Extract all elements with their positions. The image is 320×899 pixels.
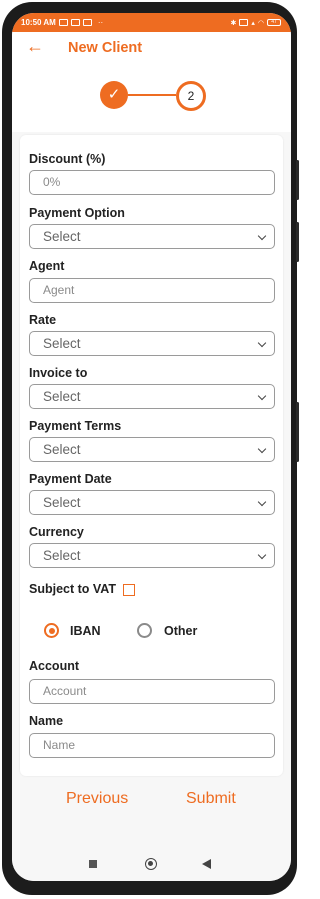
rate-value: Select xyxy=(43,336,81,351)
currency-value: Select xyxy=(43,548,81,563)
step-2-current: 2 xyxy=(176,81,206,111)
power-button xyxy=(296,222,299,262)
status-right: ✱ ▴ ◠ 47 xyxy=(230,19,281,27)
payment-terms-label: Payment Terms xyxy=(29,419,122,433)
chevron-down-icon xyxy=(257,338,267,348)
previous-button[interactable]: Previous xyxy=(66,790,128,808)
chevron-down-icon xyxy=(257,444,267,454)
chevron-down-icon xyxy=(257,497,267,507)
step-1-complete: ✓ xyxy=(100,81,128,109)
sim-icon xyxy=(239,19,249,26)
iban-radio-label: IBAN xyxy=(70,624,101,638)
payment-terms-select[interactable]: Select xyxy=(29,437,275,462)
rate-select[interactable]: Select xyxy=(29,331,275,356)
currency-label: Currency xyxy=(29,525,84,539)
back-arrow-icon[interactable]: ← xyxy=(26,37,44,55)
bluetooth-icon: ✱ xyxy=(230,19,237,27)
volume-button xyxy=(296,160,299,200)
chevron-down-icon xyxy=(257,391,267,401)
side-button xyxy=(296,402,299,462)
signal-icon: ▴ xyxy=(251,19,255,27)
wifi-icon: ◠ xyxy=(257,19,264,27)
home-icon[interactable] xyxy=(145,858,157,870)
app-header xyxy=(12,32,291,68)
agent-label: Agent xyxy=(29,259,65,273)
account-input[interactable]: Account xyxy=(29,679,275,704)
chevron-down-icon xyxy=(257,231,267,241)
payment-option-value: Select xyxy=(43,229,81,244)
screen: 10:50 AM ·· ✱ ▴ ◠ 47 ← New Client ✓ 2 Di… xyxy=(12,13,291,881)
discount-input[interactable]: 0% xyxy=(29,170,275,195)
battery-icon: 47 xyxy=(267,19,281,26)
name-input[interactable]: Name xyxy=(29,733,275,758)
mail-icon xyxy=(82,19,92,26)
agent-input[interactable]: Agent xyxy=(29,278,275,303)
page-title: New Client xyxy=(68,40,143,56)
chevron-down-icon xyxy=(257,550,267,560)
back-nav-icon[interactable] xyxy=(202,859,211,869)
currency-select[interactable]: Select xyxy=(29,543,275,568)
iban-radio[interactable] xyxy=(44,623,59,638)
message-icon xyxy=(58,19,68,26)
payment-date-value: Select xyxy=(43,495,81,510)
notification-icon xyxy=(70,19,80,26)
payment-date-label: Payment Date xyxy=(29,472,112,486)
discount-label: Discount (%) xyxy=(29,152,106,166)
invoice-to-label: Invoice to xyxy=(29,366,88,380)
invoice-to-select[interactable]: Select xyxy=(29,384,275,409)
status-bar: 10:50 AM ·· ✱ ▴ ◠ 47 xyxy=(12,13,291,32)
step-connector xyxy=(128,94,176,96)
payment-option-select[interactable]: Select xyxy=(29,224,275,249)
payment-terms-value: Select xyxy=(43,442,81,457)
payment-option-label: Payment Option xyxy=(29,206,125,220)
submit-button[interactable]: Submit xyxy=(186,790,236,808)
recent-apps-icon[interactable] xyxy=(89,860,97,868)
rate-label: Rate xyxy=(29,313,57,327)
account-label: Account xyxy=(29,659,79,673)
other-radio-label: Other xyxy=(164,624,198,638)
other-radio[interactable] xyxy=(137,623,152,638)
status-time: 10:50 AM xyxy=(21,18,56,27)
invoice-to-value: Select xyxy=(43,389,81,404)
name-label: Name xyxy=(29,714,64,728)
payment-date-select[interactable]: Select xyxy=(29,490,275,515)
more-notifications-icon: ·· xyxy=(97,18,104,27)
subject-to-vat-label: Subject to VAT xyxy=(29,582,117,596)
phone-frame: 10:50 AM ·· ✱ ▴ ◠ 47 ← New Client ✓ 2 Di… xyxy=(2,2,299,895)
subject-to-vat-checkbox[interactable] xyxy=(123,584,135,596)
stepper xyxy=(12,68,291,132)
